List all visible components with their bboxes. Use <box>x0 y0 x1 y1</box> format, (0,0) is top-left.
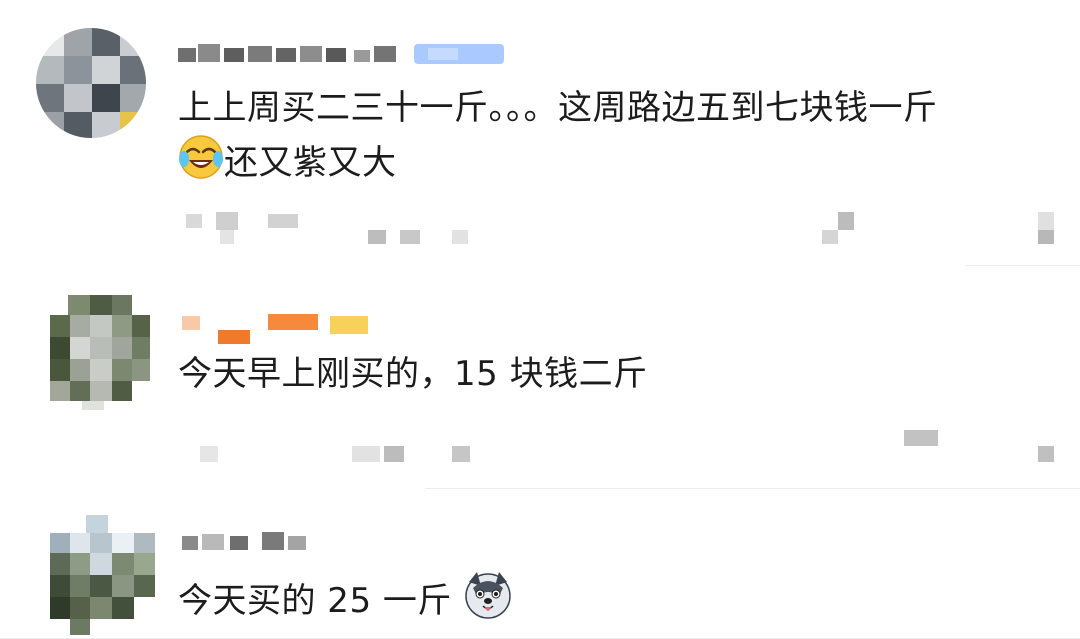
comment-3: 今天买的 25 一斤 <box>0 490 1080 639</box>
comment-line-1: 上上周买二三十一斤。。。这周路边五到七块钱一斤 <box>178 88 938 128</box>
comment-meta-redacted <box>178 428 1078 468</box>
divider <box>425 488 1080 489</box>
comment-2: 今天早上刚买的，15 块钱二斤 <box>0 270 1080 490</box>
comment-meta-redacted <box>178 208 1078 248</box>
comment-line-1-text: 今天买的 25 一斤 <box>178 581 452 621</box>
avatar-mosaic <box>50 295 150 410</box>
avatar-mosaic <box>36 28 146 138</box>
avatar[interactable] <box>50 515 155 635</box>
comment-line-2: 还又紫又大 <box>178 134 938 195</box>
username-mosaic <box>178 44 504 64</box>
divider <box>966 265 1080 266</box>
comment-text: 今天早上刚买的，15 块钱二斤 <box>178 348 648 400</box>
comment-line-1: 今天买的 25 一斤 <box>178 570 513 635</box>
username-mosaic <box>182 532 306 550</box>
avatar[interactable] <box>50 295 150 410</box>
username-mosaic <box>182 314 368 344</box>
username-redacted[interactable] <box>178 310 378 346</box>
username-redacted[interactable] <box>178 526 338 554</box>
laughing-crying-emoji-icon <box>178 134 224 195</box>
avatar[interactable] <box>36 28 146 138</box>
comment-line-2-text: 还又紫又大 <box>224 143 397 183</box>
husky-dog-emoji-icon <box>463 570 513 635</box>
comment-text: 上上周买二三十一斤。。。这周路边五到七块钱一斤 还又紫又大 <box>178 82 938 195</box>
comment-1: 上上周买二三十一斤。。。这周路边五到七块钱一斤 还又紫又大 <box>0 0 1080 270</box>
comment-line-1: 今天早上刚买的，15 块钱二斤 <box>178 354 648 394</box>
username-redacted[interactable] <box>178 40 508 66</box>
avatar-mosaic <box>50 515 155 635</box>
comment-text: 今天买的 25 一斤 <box>178 570 513 635</box>
